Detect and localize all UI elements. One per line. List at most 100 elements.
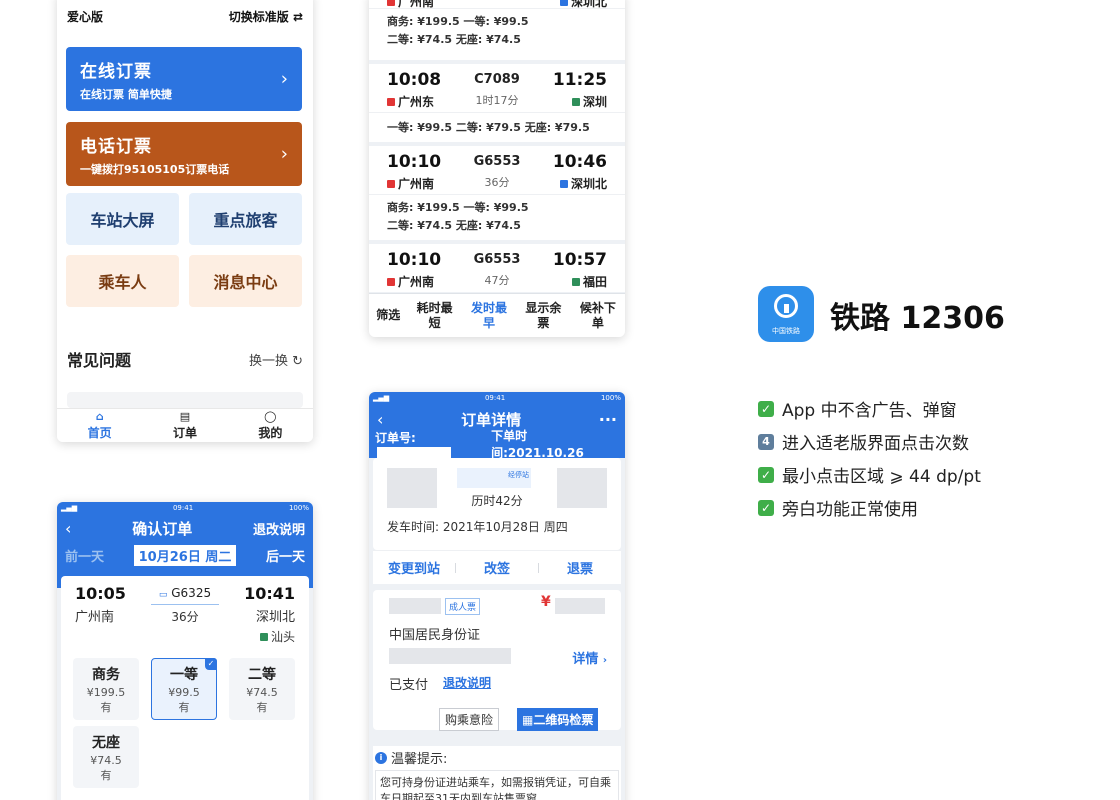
buy-insurance-button[interactable]: 购乘意险 (439, 708, 500, 731)
phone-home-screen: 爱心版 切换标准版 ⇄ 在线订票 在线订票 简单快捷 › 电话订票 一键拨打95… (57, 0, 313, 442)
train-icon: ▭ (158, 590, 168, 600)
detail-link[interactable]: 详情 › (572, 648, 607, 667)
payment-status: 已支付 (389, 678, 429, 693)
refund-rules-link[interactable]: 退改说明 (443, 674, 491, 691)
phone-booking-subtitle: 一键拨打95105105订票电话 (80, 163, 230, 176)
more-icon[interactable]: ··· (599, 410, 617, 429)
info-icon: i (375, 751, 387, 764)
chevron-right-icon: › (280, 143, 288, 165)
price-mask (555, 598, 605, 614)
show-remaining-button[interactable]: 显示余票 (516, 294, 570, 337)
mode-label: 爱心版 (67, 9, 104, 24)
phone-train-list: 广州南 深圳北 商务: ¥199.5 一等: ¥99.5 二等: ¥74.5 无… (369, 0, 625, 337)
back-icon[interactable]: ‹ (377, 410, 383, 429)
qr-checkin-button[interactable]: ▦二维码检票 (517, 708, 599, 731)
date-switcher: 前一天 10月26日 周二 后一天 (57, 542, 313, 568)
phone-booking-button[interactable]: 电话订票 一键拨打95105105订票电话 › (66, 122, 302, 186)
arrive-badge-icon (571, 97, 580, 106)
passenger-card: 成人票 ¥ 中国居民身份证 详情 › 已支付 退改说明 购乘意险 ▦二维码检票 (373, 590, 621, 731)
feature-item: ✓ 旁白功能正常使用 (758, 495, 918, 520)
current-date[interactable]: 10月26日 周二 (133, 544, 237, 566)
confirm-nav: ‹ 确认订单 退改说明 (57, 514, 313, 542)
station-badge-icon (259, 632, 268, 641)
check-icon: ✓ (758, 499, 774, 516)
faq-title: 常见问题 (67, 351, 132, 370)
railway-logo-icon (774, 294, 798, 318)
app-title: 铁路 12306 (830, 301, 1005, 336)
home-topbar: 爱心版 切换标准版 ⇄ (67, 6, 303, 26)
switch-icon: ⇄ (292, 9, 303, 24)
arrive-badge-icon (571, 277, 580, 286)
change-destination-button[interactable]: 变更到站 (373, 558, 455, 577)
refund-button[interactable]: 退票 (539, 558, 621, 577)
id-number-mask (389, 648, 511, 664)
faq-header: 常见问题 换一换 ↻ (67, 347, 303, 371)
switch-mode-button[interactable]: 切换标准版 ⇄ (229, 8, 303, 25)
tile-key-passenger[interactable]: 重点旅客 (189, 193, 302, 245)
feature-item: ✓ 最小点击区域 ⩾ 44 dp/pt (758, 462, 981, 487)
train-summary-card: 10:05 ▭ G6325 10:41 广州南 36分 深圳北 汕头 (61, 576, 309, 656)
train-row-partial[interactable]: 广州南 深圳北 (369, 0, 625, 9)
check-icon: ✓ (758, 466, 774, 483)
passenger-name-mask (389, 598, 441, 614)
depart-badge-icon (387, 0, 395, 6)
via-stations-tag[interactable]: 经停站 (457, 468, 531, 488)
feature-item: ✓ App 中不含广告、弹窗 (758, 396, 957, 421)
chevron-right-icon: › (602, 655, 607, 666)
status-bar: ▂▄▆ 09:41 100% (373, 394, 621, 402)
tab-orders[interactable]: ▤ 订单 (142, 409, 227, 442)
sort-shortest-button[interactable]: 耗时最短 (407, 294, 461, 337)
ticket-type-badge: 成人票 (445, 598, 481, 615)
tile-station-screen[interactable]: 车站大屏 (66, 193, 179, 245)
app-icon: 中国铁路 (758, 286, 814, 342)
train-list-toolbar: 筛选 耗时最短 发时最早 显示余票 候补下单 (369, 293, 625, 337)
online-booking-button[interactable]: 在线订票 在线订票 简单快捷 › (66, 47, 302, 111)
tips-body: 您可持身份证进站乘车，如需报销凭证，可自乘车日期起至31天内到车站售票窗 (375, 770, 619, 800)
qr-icon: ▦ (522, 713, 534, 727)
home-icon: ⌂ (95, 410, 104, 423)
tab-home[interactable]: ⌂ 首页 (57, 409, 142, 442)
train-row[interactable]: 10:10 G6553 10:46 广州南 36分 深圳北 (369, 146, 625, 194)
tile-message-center[interactable]: 消息中心 (189, 255, 302, 307)
train-row[interactable]: 10:08 C7089 11:25 广州东 1时17分 深圳 (369, 64, 625, 112)
filter-button[interactable]: 筛选 (369, 294, 407, 337)
id-type: 中国居民身份证 (389, 628, 481, 643)
seat-second-class[interactable]: 二等 ¥74.5 有 (229, 658, 295, 720)
check-icon: ✓ (758, 400, 774, 417)
signal-icon: ▂▄▆ (61, 504, 78, 512)
order-info-bar: 订单号: 下单时间:2021.10.26 (375, 429, 584, 460)
train-row[interactable]: 10:10 G6553 10:57 广州南 47分 福田 (369, 244, 625, 292)
faq-refresh-button[interactable]: 换一换 ↻ (249, 350, 303, 369)
next-day-button[interactable]: 后一天 (266, 546, 305, 565)
prev-day-button[interactable]: 前一天 (65, 546, 104, 565)
route-line (151, 604, 219, 605)
train-prices-partial: 商务: ¥199.5 一等: ¥99.5 二等: ¥74.5 无座: ¥74.5 (369, 8, 625, 60)
ticket-actions: 变更到站 改签 退票 (373, 550, 621, 584)
seat-first-class[interactable]: ✓ 一等 ¥99.5 有 (151, 658, 217, 720)
signal-icon: ▂▄▆ (373, 394, 390, 402)
reschedule-button[interactable]: 改签 (456, 558, 538, 577)
home-tabbar: ⌂ 首页 ▤ 订单 ◯ 我的 (57, 408, 313, 442)
tile-passengers[interactable]: 乘车人 (66, 255, 179, 307)
arrive-badge-icon (559, 179, 568, 188)
phone-order-detail: ▂▄▆ 09:41 100% ‹ 订单详情 ··· 订单号: 下单时间:2021… (369, 392, 625, 800)
train-prices: 商务: ¥199.5 一等: ¥99.5 二等: ¥74.5 无座: ¥74.5 (369, 194, 625, 240)
back-icon[interactable]: ‹ (65, 519, 71, 538)
online-booking-title: 在线订票 (80, 62, 152, 82)
tab-mine[interactable]: ◯ 我的 (228, 409, 313, 442)
seat-standing[interactable]: 无座 ¥74.5 有 (73, 726, 139, 788)
online-booking-subtitle: 在线订票 简单快捷 (80, 88, 172, 101)
check-icon: ✓ (205, 658, 217, 670)
refund-rules-link[interactable]: 退改说明 (253, 519, 305, 538)
detail-header: ▂▄▆ 09:41 100% ‹ 订单详情 ··· 订单号: 下单时间:2021… (369, 392, 625, 460)
tips-header: i 温馨提示: (375, 748, 447, 767)
user-icon: ◯ (264, 410, 277, 423)
seat-business[interactable]: 商务 ¥199.5 有 (73, 658, 139, 720)
phone-booking-title: 电话订票 (80, 137, 152, 157)
waitlist-button[interactable]: 候补下单 (571, 294, 625, 337)
faq-item[interactable] (67, 392, 303, 408)
chevron-right-icon: › (280, 68, 288, 90)
refresh-icon: ↻ (292, 353, 303, 369)
train-prices: 一等: ¥99.5 二等: ¥79.5 无座: ¥79.5 (369, 112, 625, 142)
sort-earliest-button[interactable]: 发时最早 (462, 294, 516, 337)
